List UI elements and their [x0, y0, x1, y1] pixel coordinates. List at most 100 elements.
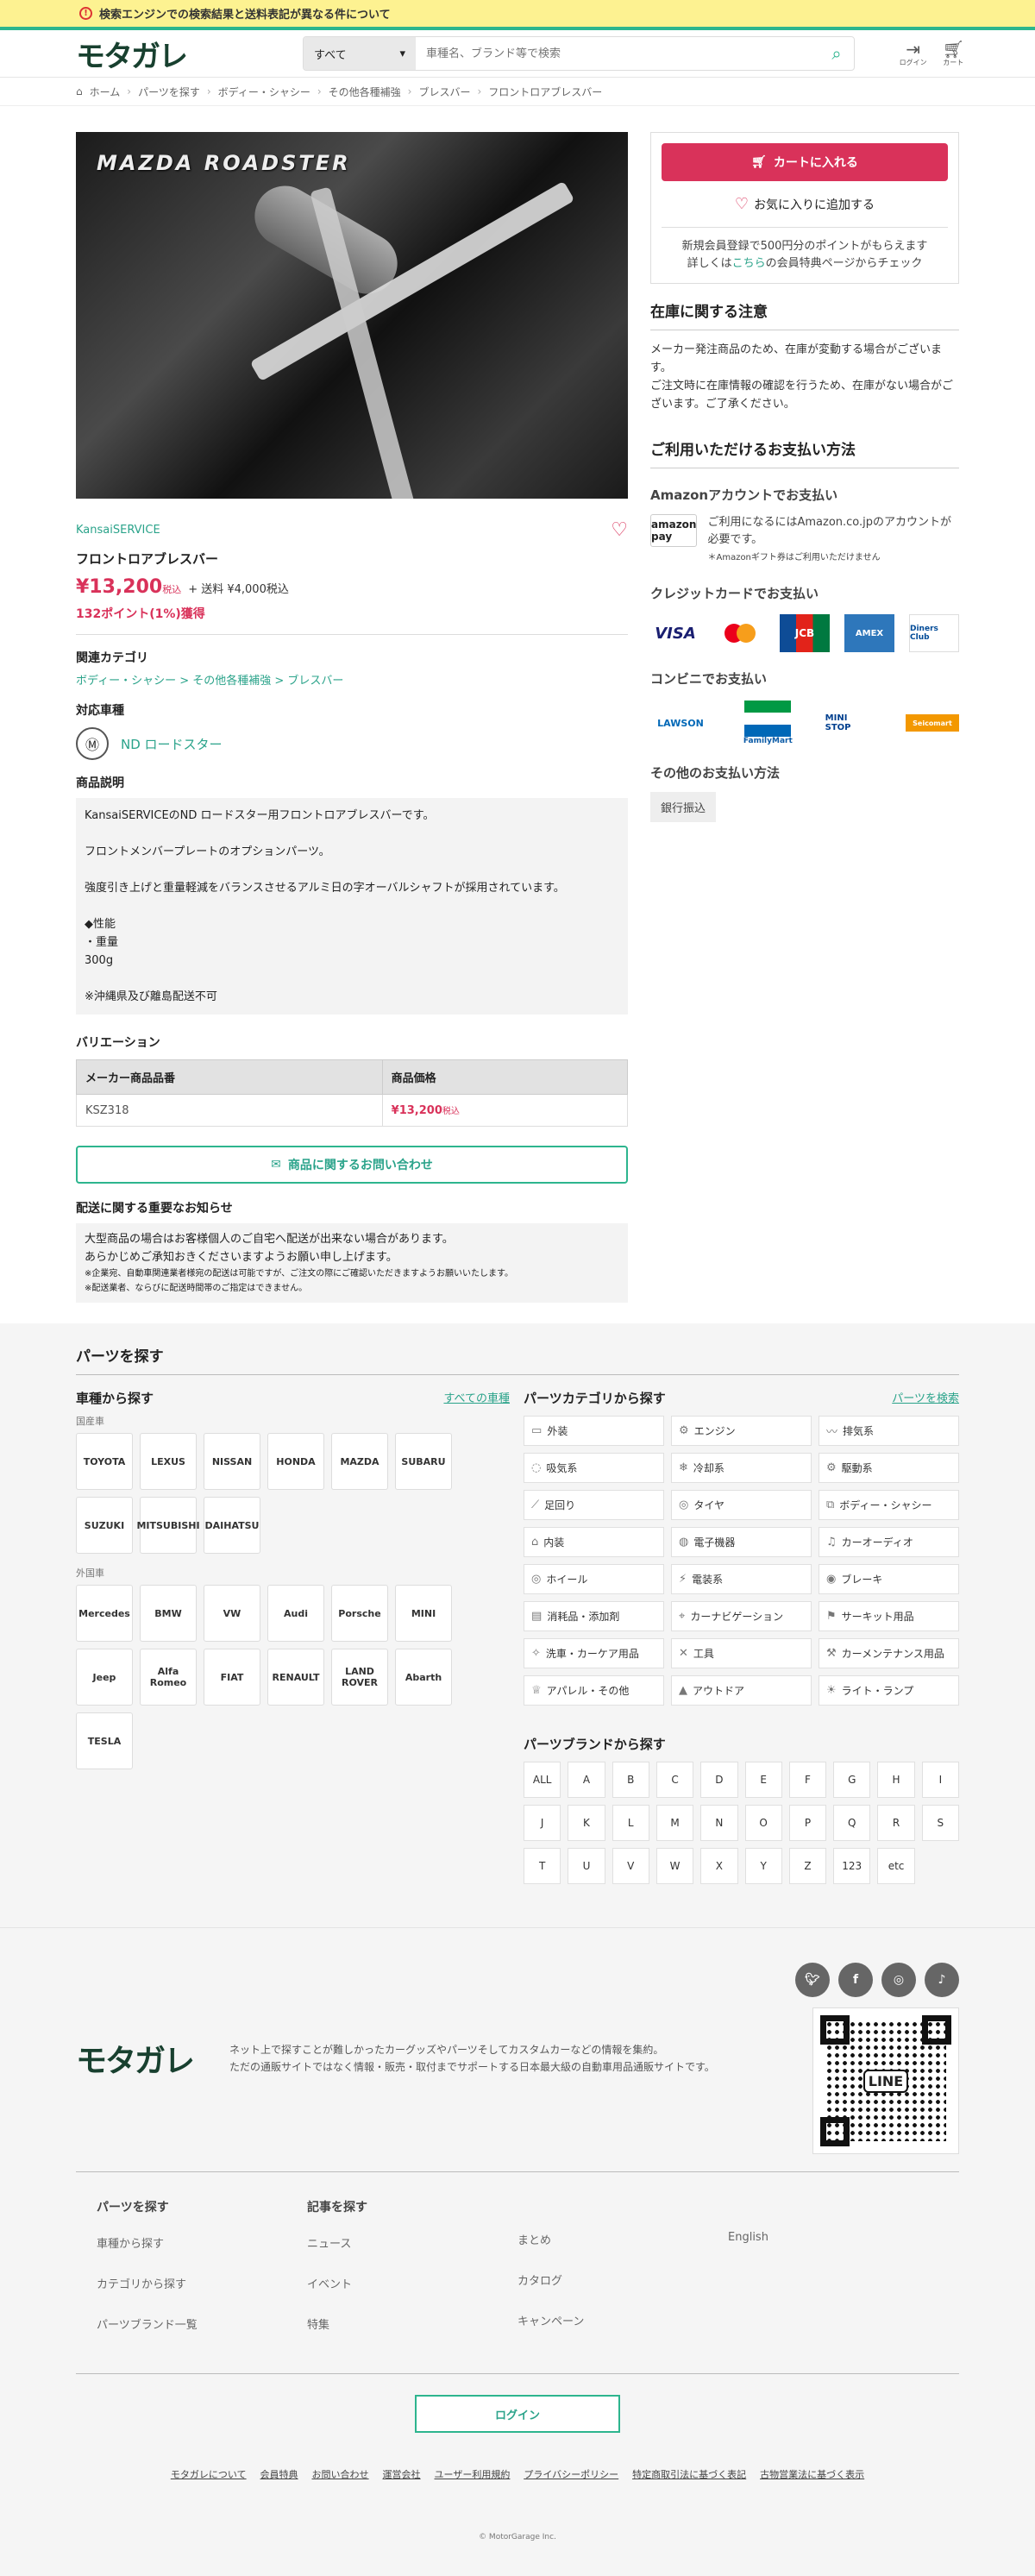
- legal-link[interactable]: 会員特典: [260, 2467, 298, 2481]
- maker-logo-suzuki[interactable]: SUZUKI: [76, 1497, 133, 1554]
- maker-logo-mercedes[interactable]: Mercedes: [76, 1585, 133, 1642]
- maker-logo-land-rover[interactable]: LAND ROVER: [331, 1649, 388, 1706]
- category-item[interactable]: 〰排気系: [819, 1416, 959, 1446]
- site-logo[interactable]: モタガレ: [76, 33, 303, 75]
- breadcrumb-home[interactable]: ホーム: [90, 85, 121, 99]
- inquiry-button[interactable]: ✉ 商品に関するお問い合わせ: [76, 1146, 628, 1184]
- brand-letter-button[interactable]: G: [833, 1762, 871, 1798]
- footer-link[interactable]: カテゴリから探す: [97, 2275, 307, 2291]
- brand-letter-button[interactable]: Y: [744, 1848, 782, 1884]
- maker-logo-audi[interactable]: Audi: [267, 1585, 324, 1642]
- brand-letter-button[interactable]: J: [524, 1805, 561, 1841]
- product-image[interactable]: MAZDA ROADSTER: [76, 132, 628, 499]
- brand-letter-button[interactable]: Q: [833, 1805, 871, 1841]
- cart-button[interactable]: 🛒︎ カート: [943, 41, 964, 67]
- maker-logo-abarth[interactable]: Abarth: [395, 1649, 452, 1706]
- maker-logo-subaru[interactable]: SUBARU: [395, 1433, 452, 1490]
- search-parts-link[interactable]: パーツを検索: [892, 1389, 959, 1407]
- breadcrumb-body[interactable]: ボディー・シャシー: [218, 85, 310, 99]
- breadcrumb-reinforce[interactable]: その他各種補強: [329, 85, 401, 99]
- maker-logo-vw[interactable]: VW: [204, 1585, 260, 1642]
- category-item[interactable]: ⚡ 電装系: [671, 1564, 812, 1594]
- category-item[interactable]: ▭ 外装: [524, 1416, 664, 1446]
- maker-logo-mini[interactable]: MINI: [395, 1585, 452, 1642]
- category-item[interactable]: ◎ ホイール: [524, 1564, 664, 1594]
- category-item[interactable]: ⚙ エンジン: [671, 1416, 812, 1446]
- brand-letter-button[interactable]: F: [788, 1762, 827, 1798]
- line-qr-code[interactable]: LINE: [812, 2007, 959, 2154]
- add-favorite-button[interactable]: ♡ お気に入りに追加する: [662, 195, 948, 213]
- footer-link[interactable]: 特集: [307, 2315, 518, 2332]
- add-to-cart-button[interactable]: 🛒︎ カートに入れる: [662, 143, 948, 181]
- footer-link-english[interactable]: English: [728, 2231, 938, 2244]
- category-item[interactable]: ◎ タイヤ: [671, 1490, 812, 1520]
- notice-bar[interactable]: ! 検索エンジンでの検索結果と送料表記が異なる件について: [0, 0, 1035, 27]
- brand-letter-button[interactable]: H: [877, 1762, 915, 1798]
- instagram-icon[interactable]: ◎: [881, 1963, 916, 1997]
- maker-logo-mitsubishi[interactable]: MITSUBISHI: [136, 1497, 200, 1554]
- legal-link[interactable]: 特定商取引法に基づく表記: [632, 2467, 746, 2481]
- maker-logo-lexus[interactable]: LEXUS: [140, 1433, 197, 1490]
- brand-letter-button[interactable]: A: [568, 1762, 605, 1798]
- footer-link[interactable]: パーツブランド一覧: [97, 2315, 307, 2332]
- tiktok-icon[interactable]: ♪: [925, 1963, 959, 1997]
- maker-logo-tesla[interactable]: TESLA: [76, 1712, 133, 1769]
- footer-link[interactable]: 車種から探す: [97, 2234, 307, 2251]
- footer-link[interactable]: ニュース: [307, 2234, 518, 2251]
- member-link[interactable]: こちら: [732, 257, 766, 270]
- brand-letter-button[interactable]: P: [788, 1805, 827, 1841]
- maker-logo-alfa-romeo[interactable]: Alfa Romeo: [140, 1649, 197, 1706]
- footer-link[interactable]: カタログ: [518, 2271, 728, 2288]
- vehicle-link[interactable]: ND ロードスター: [121, 735, 223, 753]
- category-item[interactable]: ◉ ブレーキ: [819, 1564, 959, 1594]
- maker-logo-nissan[interactable]: NISSAN: [204, 1433, 260, 1490]
- brand-letter-button[interactable]: S: [921, 1805, 959, 1841]
- notice-text[interactable]: 検索エンジンでの検索結果と送料表記が異なる件について: [99, 5, 391, 22]
- brand-letter-button[interactable]: U: [568, 1848, 605, 1884]
- legal-link[interactable]: モタガレについて: [171, 2467, 247, 2481]
- brand-letter-button[interactable]: T: [524, 1848, 561, 1884]
- category-item[interactable]: ♕ アパレル・その他: [524, 1675, 664, 1706]
- brand-letter-button[interactable]: K: [568, 1805, 605, 1841]
- maker-logo-mazda[interactable]: MAZDA: [331, 1433, 388, 1490]
- footer-link[interactable]: イベント: [307, 2275, 518, 2291]
- facebook-icon[interactable]: f: [838, 1963, 873, 1997]
- legal-link[interactable]: ユーザー利用規約: [435, 2467, 511, 2481]
- brand-letter-button[interactable]: ALL: [524, 1762, 561, 1798]
- footer-link[interactable]: キャンペーン: [518, 2312, 728, 2328]
- category-item[interactable]: ▤ 消耗品・添加剤: [524, 1601, 664, 1631]
- maker-logo-honda[interactable]: HONDA: [267, 1433, 324, 1490]
- brand-letter-button[interactable]: V: [612, 1848, 649, 1884]
- brand-link[interactable]: KansaiSERVICE: [76, 524, 160, 537]
- footer-login-button[interactable]: ログイン: [415, 2395, 620, 2433]
- breadcrumb-parts[interactable]: パーツを探す: [138, 85, 200, 99]
- maker-logo-daihatsu[interactable]: DAIHATSU: [204, 1497, 260, 1554]
- footer-link[interactable]: まとめ: [518, 2231, 728, 2247]
- twitter-icon[interactable]: 🐦︎: [795, 1963, 830, 1997]
- category-path-link[interactable]: ボディー・シャシー > その他各種補強 > ブレスバー: [76, 671, 628, 688]
- category-item[interactable]: ❄ 冷却系: [671, 1453, 812, 1483]
- brand-letter-button[interactable]: L: [612, 1805, 649, 1841]
- category-item[interactable]: ▲ アウトドア: [671, 1675, 812, 1706]
- all-cars-link[interactable]: すべての車種: [443, 1389, 510, 1407]
- footer-logo[interactable]: モタガレ: [76, 2036, 223, 2081]
- brand-letter-button[interactable]: M: [656, 1805, 694, 1841]
- brand-letter-button[interactable]: C: [656, 1762, 694, 1798]
- category-item[interactable]: ✧ 洗車・カーケア用品: [524, 1638, 664, 1668]
- brand-letter-button[interactable]: N: [700, 1805, 738, 1841]
- brand-letter-button[interactable]: E: [744, 1762, 782, 1798]
- brand-letter-button[interactable]: D: [700, 1762, 738, 1798]
- category-item[interactable]: ⚑ サーキット用品: [819, 1601, 959, 1631]
- table-row[interactable]: KSZ318 ¥13,200税込: [76, 1094, 629, 1127]
- brand-letter-button[interactable]: R: [877, 1805, 915, 1841]
- category-item[interactable]: ◍ 電子機器: [671, 1527, 812, 1557]
- search-input[interactable]: [416, 37, 819, 70]
- breadcrumb-bracebar[interactable]: ブレスバー: [418, 85, 470, 99]
- category-item[interactable]: ☀ ライト・ランプ: [819, 1675, 959, 1706]
- maker-logo-fiat[interactable]: FIAT: [204, 1649, 260, 1706]
- maker-logo-jeep[interactable]: Jeep: [76, 1649, 133, 1706]
- legal-link[interactable]: プライバシーポリシー: [524, 2467, 618, 2481]
- brand-letter-button[interactable]: O: [744, 1805, 782, 1841]
- maker-logo-porsche[interactable]: Porsche: [331, 1585, 388, 1642]
- brand-letter-button[interactable]: 123: [833, 1848, 871, 1884]
